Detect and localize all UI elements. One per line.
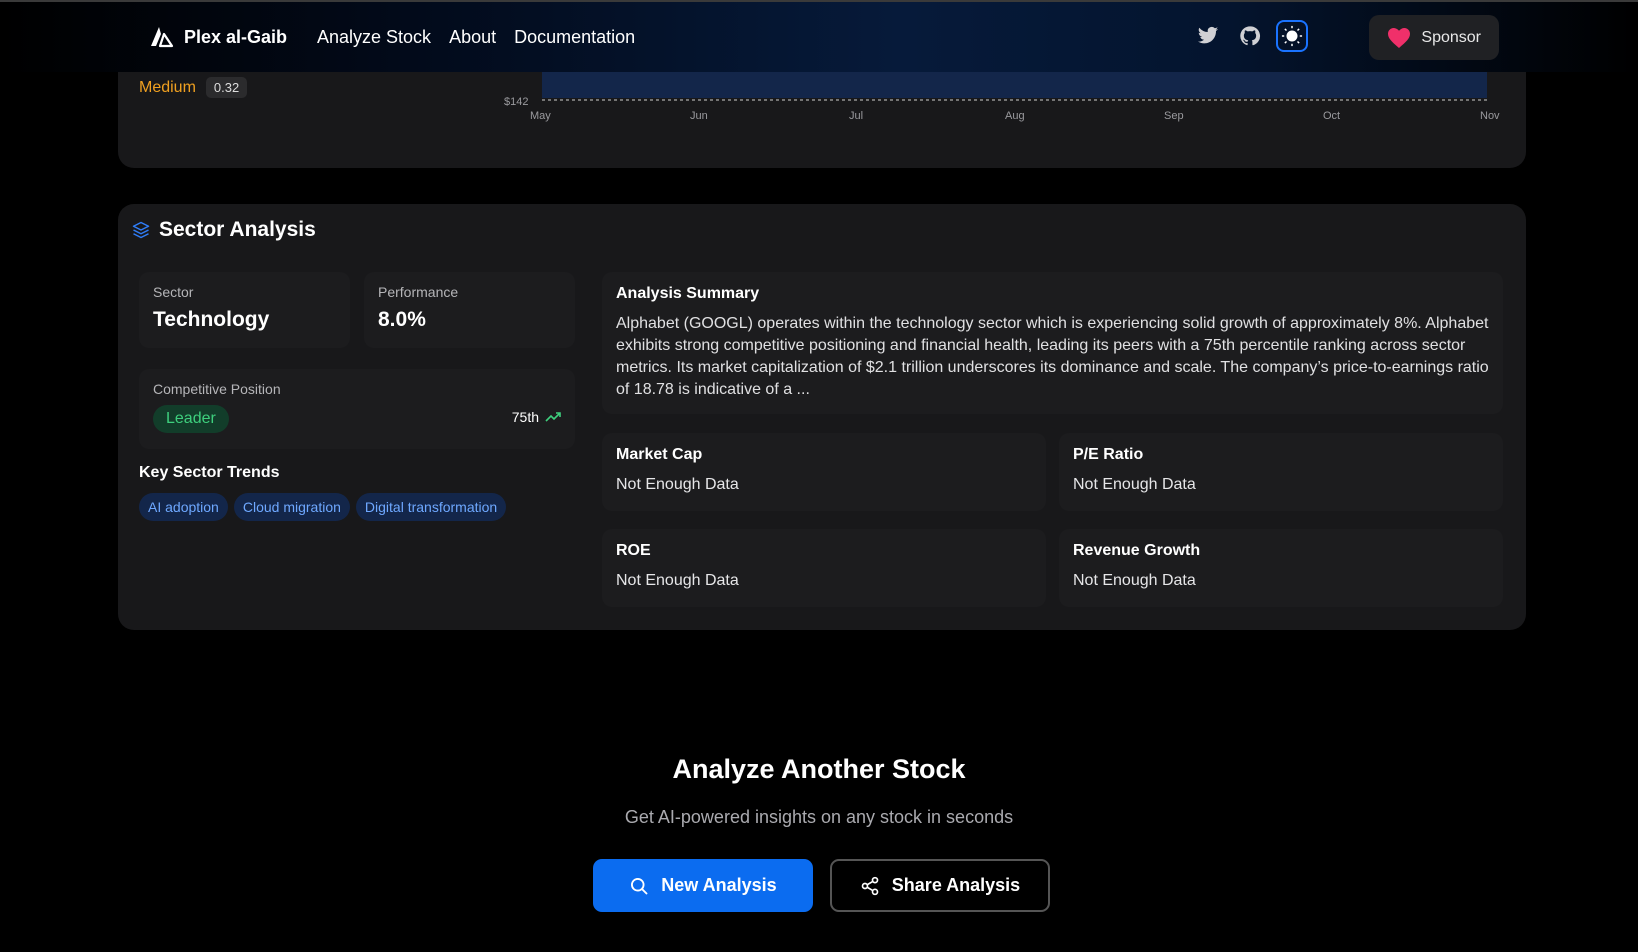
search-icon [631, 877, 648, 894]
theme-toggle-button[interactable] [1276, 20, 1308, 52]
github-link[interactable] [1234, 20, 1266, 52]
sector-analysis-title: Sector Analysis [159, 218, 316, 241]
sector-analysis-header: Sector Analysis [132, 218, 316, 242]
month-tick: Jun [690, 110, 708, 122]
sponsor-label: Sponsor [1421, 28, 1481, 46]
metric-label: Market Cap [616, 446, 703, 463]
trend-tag: Cloud migration [233, 493, 350, 521]
month-tick: Nov [1480, 110, 1500, 122]
github-icon [1240, 26, 1261, 46]
metric-value: Not Enough Data [616, 572, 739, 589]
risk-level: Medium [139, 78, 196, 96]
brand-link[interactable]: Plex al-Gaib [150, 2, 287, 72]
header-icon-group [1192, 20, 1308, 52]
metric-pe-ratio: P/E Ratio Not Enough Data [1059, 433, 1503, 511]
layers-icon [132, 221, 150, 239]
metric-label: ROE [616, 542, 651, 559]
metric-market-cap: Market Cap Not Enough Data [602, 433, 1046, 511]
risk-indicator: Medium 0.32 [139, 77, 248, 98]
performance-value: 8.0% [378, 308, 426, 331]
risk-value-badge: 0.32 [205, 77, 248, 98]
share-icon [861, 876, 879, 895]
key-trends-title: Key Sector Trends [139, 464, 280, 481]
share-analysis-button[interactable]: Share Analysis [830, 859, 1050, 912]
new-analysis-label: New Analysis [661, 875, 777, 895]
percentile-rank: 75th [512, 409, 561, 425]
heart-icon [1388, 27, 1411, 48]
sector-box: Sector Technology [139, 272, 350, 348]
metric-label: Revenue Growth [1073, 542, 1201, 559]
metric-value: Not Enough Data [1073, 572, 1196, 589]
twitter-icon [1197, 26, 1219, 44]
month-tick: May [530, 110, 551, 122]
trend-tag: AI adoption [139, 493, 228, 521]
cta-title: Analyze Another Stock [672, 754, 966, 784]
new-analysis-button[interactable]: New Analysis [593, 859, 813, 912]
nav-documentation[interactable]: Documentation [514, 27, 635, 48]
competitive-position-box: Competitive Position Leader 75th [139, 369, 575, 449]
twitter-link[interactable] [1192, 20, 1224, 52]
price-axis-label: $142 [504, 96, 528, 108]
performance-box: Performance 8.0% [364, 272, 575, 348]
nav-about[interactable]: About [449, 27, 496, 48]
analysis-summary-box: Analysis Summary Alphabet (GOOGL) operat… [602, 272, 1503, 414]
trend-tag: Digital transformation [355, 493, 507, 521]
percentile-value: 75th [511, 409, 539, 425]
competitive-position-label: Competitive Position [153, 381, 281, 397]
brand-name: Plex al-Gaib [184, 26, 288, 47]
cta-subtitle: Get AI-powered insights on any stock in … [624, 807, 1014, 827]
analysis-summary-title: Analysis Summary [616, 285, 760, 302]
main-nav: Analyze Stock About Documentation [317, 2, 635, 72]
nav-analyze-stock[interactable]: Analyze Stock [317, 27, 431, 48]
logo-icon [151, 27, 174, 48]
trending-up-icon [545, 412, 561, 422]
key-trends-list: AI adoption Cloud migration Digital tran… [139, 493, 507, 521]
top-navbar: Plex al-Gaib Analyze Stock About Documen… [0, 2, 1638, 72]
metric-label: P/E Ratio [1073, 446, 1144, 463]
metric-value: Not Enough Data [1073, 476, 1196, 493]
metric-roe: ROE Not Enough Data [602, 529, 1046, 607]
competitive-position-badge: Leader [153, 405, 229, 433]
analysis-summary-text: Alphabet (GOOGL) operates within the tec… [616, 315, 1489, 398]
theme-toggle-icon [1281, 25, 1303, 47]
sponsor-button[interactable]: Sponsor [1369, 15, 1499, 60]
performance-label: Performance [378, 284, 459, 300]
month-tick: Oct [1323, 110, 1340, 122]
metric-value: Not Enough Data [616, 476, 739, 493]
sector-value: Technology [153, 308, 270, 331]
month-tick: Sep [1164, 110, 1184, 122]
sector-label: Sector [153, 284, 194, 300]
month-tick: Jul [849, 110, 863, 122]
metric-revenue-growth: Revenue Growth Not Enough Data [1059, 529, 1503, 607]
month-tick: Aug [1005, 110, 1025, 122]
share-analysis-label: Share Analysis [891, 875, 1021, 895]
